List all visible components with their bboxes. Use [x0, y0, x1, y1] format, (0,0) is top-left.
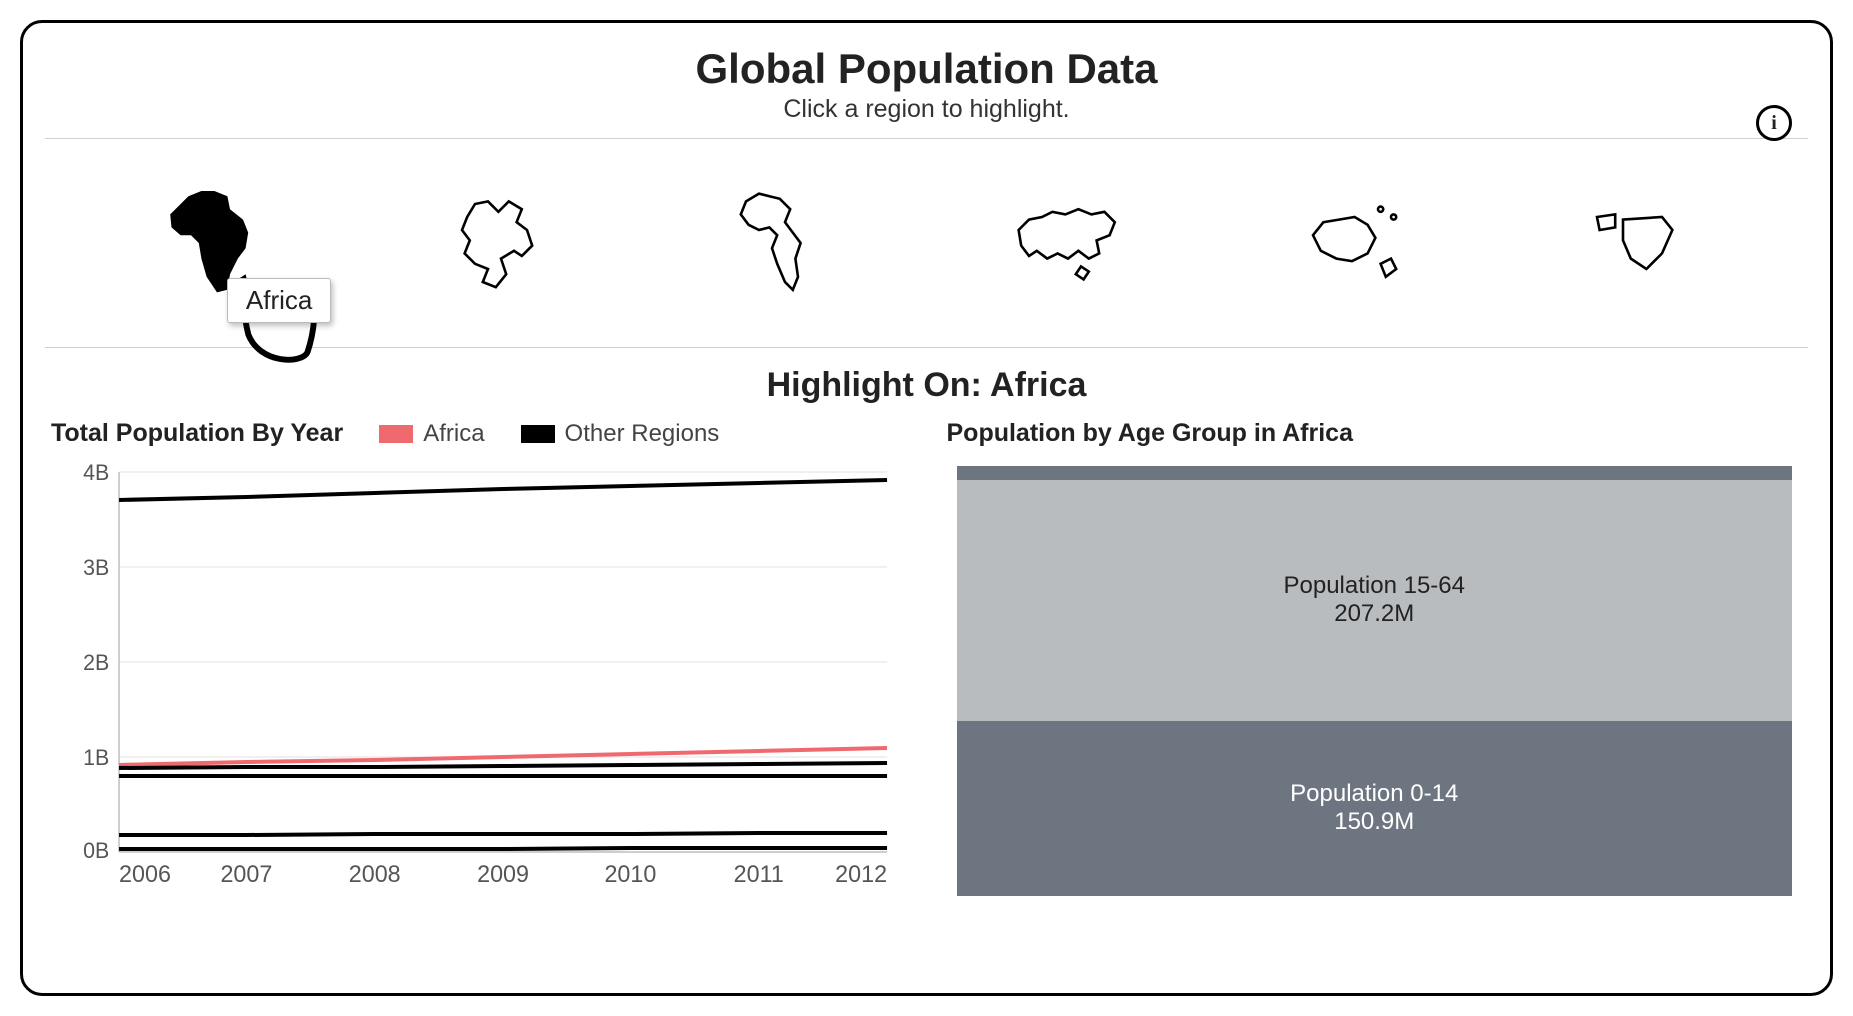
age-stacked-bar: Population 15-64 207.2M Population 0-14 … [957, 466, 1793, 896]
line-chart-title: Total Population By Year [51, 419, 343, 448]
series-oceania [119, 848, 887, 849]
xtick: 2011 [734, 862, 784, 888]
dashboard-card: i Global Population Data Click a region … [20, 20, 1833, 996]
xtick: 2006 [119, 862, 171, 888]
series-mideast [119, 833, 887, 835]
xtick: 2010 [604, 862, 656, 888]
segment-0-14-label: Population 0-14 [1290, 780, 1458, 808]
region-tooltip: Africa [227, 278, 331, 323]
segment-15-64-label: Population 15-64 [1284, 572, 1465, 600]
segment-65plus [957, 466, 1793, 480]
line-chart-panel: Total Population By Year Africa Other Re… [51, 419, 907, 902]
region-selector: Africa [45, 153, 1808, 333]
xtick: 2012 [835, 862, 887, 888]
ytick: 1B [83, 745, 109, 770]
segment-15-64: Population 15-64 207.2M [957, 480, 1793, 721]
region-africa[interactable]: Africa [127, 168, 307, 318]
oceania-icon [1287, 178, 1417, 308]
xtick: 2008 [349, 862, 401, 888]
segment-15-64-value: 207.2M [1334, 600, 1414, 628]
americas-icon [720, 178, 850, 308]
ytick: 0B [83, 838, 109, 863]
asia-icon [1003, 178, 1133, 308]
legend-swatch-other [521, 425, 555, 443]
segment-0-14: Population 0-14 150.9M [957, 721, 1793, 896]
divider [45, 138, 1808, 139]
ytick: 4B [83, 460, 109, 485]
legend-label-africa: Africa [423, 420, 484, 448]
ytick: 3B [83, 555, 109, 580]
age-chart-panel: Population by Age Group in Africa Popula… [947, 419, 1803, 902]
line-chart-header: Total Population By Year Africa Other Re… [51, 419, 907, 448]
page-title: Global Population Data [45, 45, 1808, 93]
xtick: 2007 [220, 862, 272, 888]
legend-label-other: Other Regions [565, 420, 720, 448]
region-europe[interactable] [411, 168, 591, 318]
region-asia[interactable] [978, 168, 1158, 318]
middle-east-icon [1571, 178, 1701, 308]
series-asia [119, 480, 887, 500]
legend-swatch-africa [379, 425, 413, 443]
europe-icon [436, 178, 566, 308]
legend-africa: Africa [379, 420, 484, 448]
legend-other: Other Regions [521, 420, 720, 448]
info-icon[interactable]: i [1756, 105, 1792, 141]
region-americas[interactable] [695, 168, 875, 318]
region-oceania[interactable] [1262, 168, 1442, 318]
segment-0-14-value: 150.9M [1334, 808, 1414, 836]
age-chart-title: Population by Age Group in Africa [947, 419, 1803, 448]
ytick: 2B [83, 650, 109, 675]
line-chart: 4B 3B 2B 1B 0B 2006 2007 2008 2009 2010 … [51, 452, 907, 902]
page-subtitle: Click a region to highlight. [45, 95, 1808, 124]
region-middle-east[interactable] [1546, 168, 1726, 318]
xtick: 2009 [477, 862, 529, 888]
